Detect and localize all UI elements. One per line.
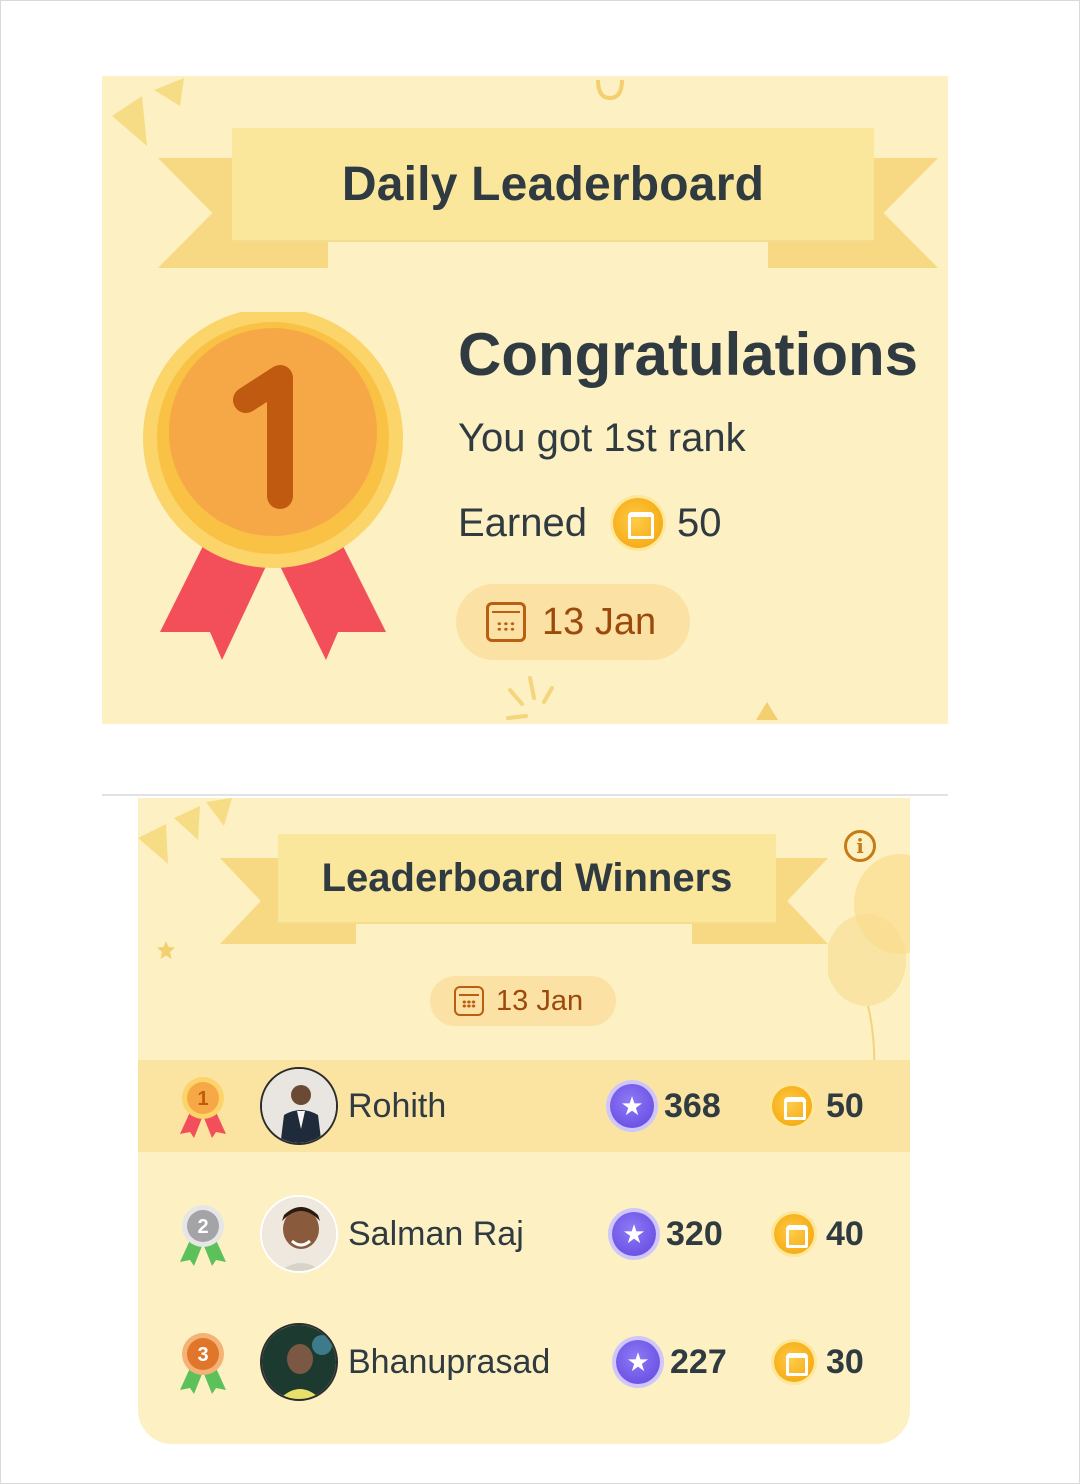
drop-decoration <box>756 702 778 720</box>
leaderboard-row[interactable]: 1 Rohith ★ 368 50 <box>138 1060 910 1152</box>
coin-icon <box>612 498 663 548</box>
daily-leaderboard-title: Daily Leaderboard <box>341 157 765 211</box>
calendar-icon <box>454 986 484 1016</box>
winners-title-ribbon: Leaderboard Winners <box>220 834 828 946</box>
gold-rank-medal-icon: 1 <box>180 1077 226 1138</box>
medal-rank-text: 1 <box>197 1088 208 1110</box>
sparkle-decoration <box>506 676 554 720</box>
bronze-rank-medal-icon: 3 <box>180 1333 226 1394</box>
leaderboard-winners-card: Leaderboard Winners i 13 Jan 1 Rohith ★ … <box>138 798 910 1444</box>
winner-points: 227 <box>670 1342 727 1381</box>
earned-label: Earned <box>458 500 587 545</box>
title-ribbon: Daily Leaderboard <box>158 128 938 270</box>
info-icon[interactable]: i <box>844 830 876 862</box>
winners-title: Leaderboard Winners <box>321 855 733 900</box>
winners-date-pill: 13 Jan <box>430 976 616 1026</box>
coin-icon <box>774 1214 814 1254</box>
avatar[interactable] <box>260 1323 338 1401</box>
earned-value: 50 <box>676 500 722 545</box>
winner-name: Salman Raj <box>348 1214 524 1253</box>
avatar[interactable] <box>260 1195 338 1273</box>
earned-row: Earned 50 <box>458 498 721 548</box>
leaderboard-row[interactable]: 2 Salman Raj ★ 320 40 <box>138 1188 910 1280</box>
winner-name: Bhanuprasad <box>348 1342 551 1381</box>
winner-coins: 30 <box>826 1342 864 1381</box>
calendar-icon <box>486 602 526 642</box>
star-badge-icon: ★ <box>612 1212 656 1256</box>
star-badge-icon: ★ <box>616 1340 660 1384</box>
leaderboard-row[interactable]: 3 Bhanuprasad ★ 227 30 <box>138 1316 910 1408</box>
congratulations-heading: Congratulations <box>458 321 918 388</box>
gold-medal-icon <box>143 312 403 660</box>
coin-icon <box>774 1342 814 1382</box>
winner-coins: 50 <box>826 1086 864 1125</box>
winner-name: Rohith <box>348 1086 447 1125</box>
daily-leaderboard-card: Daily Leaderboard Congratulations You go… <box>102 76 948 724</box>
daily-date: 13 Jan <box>542 600 657 643</box>
star-decoration <box>157 941 175 959</box>
silver-rank-medal-icon: 2 <box>180 1205 226 1266</box>
avatar[interactable] <box>260 1067 338 1145</box>
daily-date-pill: 13 Jan <box>456 584 690 660</box>
swirl-decoration <box>596 79 624 101</box>
coin-icon <box>772 1086 812 1126</box>
winners-date: 13 Jan <box>496 984 584 1017</box>
section-divider <box>102 794 948 796</box>
star-badge-icon: ★ <box>610 1084 654 1128</box>
winner-coins: 40 <box>826 1214 864 1253</box>
winner-points: 320 <box>666 1214 723 1253</box>
rank-message: You got 1st rank <box>458 416 746 460</box>
winner-points: 368 <box>664 1086 721 1125</box>
medal-rank-text: 2 <box>197 1216 208 1238</box>
medal-rank-text: 3 <box>197 1344 208 1366</box>
